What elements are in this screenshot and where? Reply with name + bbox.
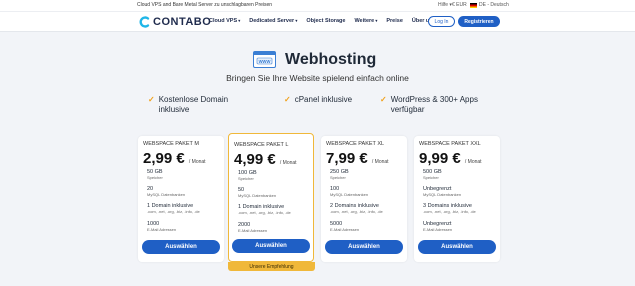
plan-name: WEBSPACE PAKET M: [143, 141, 199, 147]
spec-storage: 50 GB Speicher: [147, 169, 163, 181]
spec-databases: Unbegrenzt MySQL Datenbanken: [423, 186, 461, 198]
spec-label: Speicher: [423, 175, 439, 180]
language-label: DE - Deutsch: [479, 2, 509, 8]
nav-item-object-storage[interactable]: Object Storage: [306, 18, 345, 24]
plan-name: WEBSPACE PAKET L: [234, 142, 289, 148]
spec-label: E-Mail Adressen: [147, 227, 177, 232]
spec-label: Speicher: [330, 175, 346, 180]
spec-databases: 50 MySQL Datenbanken: [238, 187, 276, 199]
tagline: Cloud VPS and Bare Metal Server zu unsch…: [137, 2, 273, 8]
plan-price: 2,99 € / Monat: [143, 150, 206, 167]
spec-label: MySQL Datenbanken: [423, 192, 462, 197]
currency-selector[interactable]: € EUR: [452, 2, 467, 8]
spec-label: .com, .net, .org, .biz, .info, .de: [238, 210, 291, 215]
check-icon: ✓: [148, 95, 155, 104]
plan-card-l: WEBSPACE PAKET L 4,99 € / Monat 100 GB Sp…: [228, 133, 314, 262]
feature-wordpress: ✓ WordPress & 300+ Apps verfügbar: [380, 95, 506, 115]
select-plan-button[interactable]: Auswählen: [418, 240, 496, 254]
help-menu[interactable]: Hilfe ▾: [438, 2, 452, 8]
price-period: / Monat: [188, 159, 206, 165]
spec-email: Unbegrenzt E-Mail Adressen: [423, 221, 452, 233]
spec-label: E-Mail Adressen: [330, 227, 360, 232]
select-plan-button[interactable]: Auswählen: [325, 240, 403, 254]
plan-price: 7,99 € / Monat: [326, 150, 389, 167]
price-period: / Monat: [371, 159, 389, 165]
spec-label: .com, .net, .org, .biz, .info, .de: [330, 209, 383, 214]
spec-domains: 1 Domain inklusive .com, .net, .org, .biz…: [238, 204, 291, 216]
nav-item-dedicated-server[interactable]: Dedicated Server: [249, 18, 297, 24]
plan-name: WEBSPACE PAKET XXL: [419, 141, 481, 147]
price-value: 7,99 €: [326, 150, 368, 167]
spec-storage: 500 GB Speicher: [423, 169, 442, 181]
language-selector[interactable]: DE - Deutsch: [470, 2, 509, 8]
register-button[interactable]: Registrieren: [458, 16, 500, 27]
plan-card-xl: WEBSPACE PAKET XL 7,99 € / Monat 250 GB S…: [321, 136, 407, 262]
check-icon: ✓: [380, 95, 387, 104]
plan-card-xxl: WEBSPACE PAKET XXL 9,99 € / Monat 500 GB…: [414, 136, 500, 262]
spec-label: MySQL Datenbanken: [238, 193, 277, 198]
plan-price: 9,99 € / Monat: [419, 150, 482, 167]
spec-label: MySQL Datenbanken: [330, 192, 369, 197]
feature-label: Kostenlose Domain inklusive: [158, 95, 229, 114]
price-value: 4,99 €: [234, 151, 276, 168]
spec-domains: 1 Domain inklusive .com, .net, .org, .biz…: [147, 203, 200, 215]
price-value: 9,99 €: [419, 150, 461, 167]
login-button[interactable]: Log In: [428, 16, 455, 27]
select-plan-button[interactable]: Auswählen: [142, 240, 220, 254]
check-icon: ✓: [284, 95, 291, 104]
spec-label: .com, .net, .org, .biz, .info, .de: [147, 209, 200, 214]
feature-free-domain: ✓ Kostenlose Domain inklusive: [148, 95, 241, 115]
recommendation-badge: Unsere Empfehlung: [228, 262, 315, 271]
page-title: Webhosting: [285, 51, 377, 68]
nav-menu: Cloud VPS Dedicated Server Object Storag…: [209, 18, 439, 24]
price-period: / Monat: [279, 160, 297, 166]
spec-domains: 2 Domains inklusive .com, .net, .org, .bi…: [330, 203, 383, 215]
nav-item-weitere[interactable]: Weitere: [354, 18, 377, 24]
select-plan-button[interactable]: Auswählen: [232, 239, 310, 253]
feature-label: cPanel inklusive: [294, 95, 353, 104]
www-icon-label: WWW: [259, 59, 271, 64]
browser-www-icon: WWW: [253, 51, 276, 68]
feature-cpanel: ✓ cPanel inklusive: [284, 95, 352, 105]
nav-item-cloud-vps[interactable]: Cloud VPS: [209, 18, 240, 24]
plan-price: 4,99 € / Monat: [234, 151, 297, 168]
german-flag-icon: [470, 2, 477, 8]
contabo-logo-icon: [139, 16, 150, 28]
nav-item-preise[interactable]: Preise: [386, 18, 403, 24]
spec-databases: 100 MySQL Datenbanken: [330, 186, 368, 198]
spec-email: 5000 E-Mail Adressen: [330, 221, 359, 233]
price-period: / Monat: [464, 159, 482, 165]
spec-email: 1000 E-Mail Adressen: [147, 221, 176, 233]
plan-card-m: WEBSPACE PAKET M 2,99 € / Monat 50 GB Spe…: [138, 136, 224, 262]
spec-label: MySQL Datenbanken: [147, 192, 186, 197]
spec-label: E-Mail Adressen: [423, 227, 453, 232]
plan-name: WEBSPACE PAKET XL: [326, 141, 385, 147]
main-nav: CONTABO Cloud VPS Dedicated Server Objec…: [0, 12, 635, 32]
page-subtitle: Bringen Sie Ihre Website spielend einfac…: [226, 73, 409, 83]
spec-storage: 250 GB Speicher: [330, 169, 349, 181]
price-value: 2,99 €: [143, 150, 185, 167]
spec-domains: 3 Domains inklusive .com, .net, .org, .bi…: [423, 203, 476, 215]
spec-label: Speicher: [147, 175, 163, 180]
top-info-bar: Cloud VPS and Bare Metal Server zu unsch…: [0, 0, 635, 12]
feature-label: WordPress & 300+ Apps verfügbar: [390, 95, 478, 114]
spec-email: 2000 E-Mail Adressen: [238, 222, 267, 234]
spec-label: .com, .net, .org, .biz, .info, .de: [423, 209, 476, 214]
spec-label: Speicher: [238, 176, 254, 181]
spec-storage: 100 GB Speicher: [238, 170, 257, 182]
logo-text: CONTABO: [153, 16, 212, 28]
contabo-logo[interactable]: CONTABO: [138, 16, 211, 28]
spec-databases: 20 MySQL Datenbanken: [147, 186, 185, 198]
spec-label: E-Mail Adressen: [238, 228, 268, 233]
